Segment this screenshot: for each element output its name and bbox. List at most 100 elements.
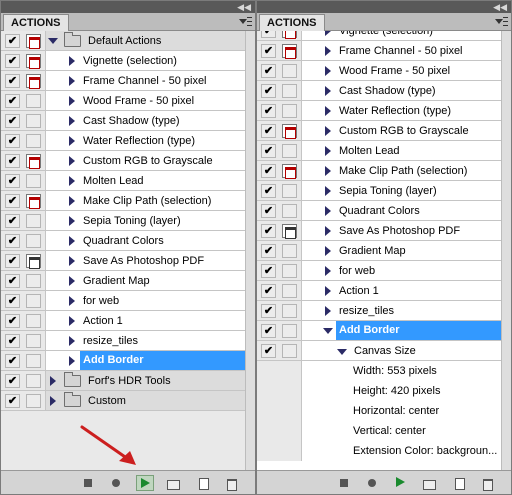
toggle-item-checkbox[interactable]: ✔ bbox=[261, 164, 276, 178]
collapsed-triangle-icon[interactable] bbox=[325, 66, 331, 76]
toggle-dialog-icon[interactable] bbox=[282, 164, 297, 179]
toggle-item-checkbox[interactable]: ✔ bbox=[5, 114, 20, 128]
collapsed-triangle-icon[interactable] bbox=[69, 76, 75, 86]
toggle-item-checkbox[interactable]: ✔ bbox=[5, 254, 20, 268]
toggle-dialog-icon[interactable] bbox=[26, 254, 41, 269]
toggle-item-checkbox[interactable]: ✔ bbox=[261, 124, 276, 138]
toggle-item-checkbox[interactable]: ✔ bbox=[261, 144, 276, 158]
action-set-row[interactable]: ✔ Default Actions bbox=[1, 31, 245, 51]
play-icon[interactable] bbox=[136, 475, 154, 491]
toggle-dialog-icon[interactable] bbox=[26, 334, 41, 348]
toggle-item-checkbox[interactable]: ✔ bbox=[5, 154, 20, 168]
collapse-icon[interactable]: ◀◀ bbox=[237, 2, 251, 12]
action-row[interactable]: ✔ Frame Channel - 50 pixel bbox=[1, 71, 245, 91]
toggle-dialog-icon[interactable] bbox=[26, 394, 41, 408]
new-set-icon[interactable] bbox=[422, 476, 436, 490]
collapsed-triangle-icon[interactable] bbox=[325, 306, 331, 316]
expanded-triangle-icon[interactable] bbox=[48, 38, 58, 44]
stop-icon[interactable] bbox=[337, 476, 351, 490]
toggle-item-checkbox[interactable]: ✔ bbox=[5, 194, 20, 208]
toggle-dialog-icon[interactable] bbox=[26, 134, 41, 148]
toggle-item-checkbox[interactable]: ✔ bbox=[5, 334, 20, 348]
collapsed-triangle-icon[interactable] bbox=[325, 86, 331, 96]
action-row[interactable]: ✔ for web bbox=[257, 261, 501, 281]
toggle-dialog-icon[interactable] bbox=[282, 31, 297, 39]
action-row[interactable]: ✔ Action 1 bbox=[1, 311, 245, 331]
scrollbar[interactable] bbox=[245, 31, 255, 472]
action-row[interactable]: ✔ Quadrant Colors bbox=[1, 231, 245, 251]
toggle-item-checkbox[interactable]: ✔ bbox=[261, 284, 276, 298]
collapsed-triangle-icon[interactable] bbox=[69, 216, 75, 226]
collapsed-triangle-icon[interactable] bbox=[69, 276, 75, 286]
expanded-triangle-icon[interactable] bbox=[323, 328, 333, 334]
action-set-row[interactable]: ✔ Forf's HDR Tools bbox=[1, 371, 245, 391]
toggle-dialog-icon[interactable] bbox=[282, 44, 297, 59]
expanded-triangle-icon[interactable] bbox=[337, 349, 347, 355]
new-action-icon[interactable] bbox=[196, 476, 210, 490]
toggle-item-checkbox[interactable]: ✔ bbox=[5, 354, 20, 368]
delete-icon[interactable] bbox=[224, 476, 238, 491]
collapsed-triangle-icon[interactable] bbox=[69, 156, 75, 166]
collapsed-triangle-icon[interactable] bbox=[325, 31, 331, 36]
collapsed-triangle-icon[interactable] bbox=[325, 106, 331, 116]
toggle-item-checkbox[interactable]: ✔ bbox=[261, 224, 276, 238]
collapsed-triangle-icon[interactable] bbox=[325, 266, 331, 276]
panel-menu-icon[interactable] bbox=[238, 16, 252, 27]
toggle-dialog-icon[interactable] bbox=[26, 234, 41, 248]
toggle-dialog-icon[interactable] bbox=[282, 264, 297, 278]
action-row[interactable]: ✔ Add Border bbox=[1, 351, 245, 371]
collapse-icon[interactable]: ◀◀ bbox=[493, 2, 507, 12]
collapsed-triangle-icon[interactable] bbox=[325, 166, 331, 176]
record-icon[interactable] bbox=[109, 476, 123, 490]
toggle-item-checkbox[interactable]: ✔ bbox=[5, 74, 20, 88]
action-row[interactable]: ✔ Wood Frame - 50 pixel bbox=[1, 91, 245, 111]
toggle-dialog-icon[interactable] bbox=[26, 374, 41, 388]
toggle-dialog-icon[interactable] bbox=[282, 244, 297, 258]
action-row[interactable]: ✔ Custom RGB to Grayscale bbox=[257, 121, 501, 141]
record-icon[interactable] bbox=[365, 476, 379, 490]
toggle-dialog-icon[interactable] bbox=[282, 184, 297, 198]
toggle-item-checkbox[interactable]: ✔ bbox=[261, 304, 276, 318]
toggle-item-checkbox[interactable]: ✔ bbox=[5, 174, 20, 188]
toggle-item-checkbox[interactable]: ✔ bbox=[5, 394, 20, 408]
stop-icon[interactable] bbox=[81, 476, 95, 490]
action-row[interactable]: ✔ for web bbox=[1, 291, 245, 311]
action-row[interactable]: ✔ Make Clip Path (selection) bbox=[1, 191, 245, 211]
collapsed-triangle-icon[interactable] bbox=[325, 226, 331, 236]
toggle-item-checkbox[interactable]: ✔ bbox=[261, 104, 276, 118]
toggle-dialog-icon[interactable] bbox=[282, 344, 297, 358]
collapsed-triangle-icon[interactable] bbox=[69, 256, 75, 266]
toggle-item-checkbox[interactable]: ✔ bbox=[261, 44, 276, 58]
toggle-item-checkbox[interactable]: ✔ bbox=[5, 274, 20, 288]
toggle-item-checkbox[interactable]: ✔ bbox=[5, 214, 20, 228]
toggle-dialog-icon[interactable] bbox=[26, 94, 41, 108]
tab-actions[interactable]: ACTIONS bbox=[3, 14, 69, 32]
toggle-item-checkbox[interactable]: ✔ bbox=[5, 294, 20, 308]
toggle-dialog-icon[interactable] bbox=[282, 284, 297, 298]
action-row[interactable]: ✔ Quadrant Colors bbox=[257, 201, 501, 221]
collapsed-triangle-icon[interactable] bbox=[69, 336, 75, 346]
toggle-item-checkbox[interactable]: ✔ bbox=[5, 374, 20, 388]
toggle-item-checkbox[interactable]: ✔ bbox=[261, 84, 276, 98]
action-row[interactable]: ✔ Molten Lead bbox=[1, 171, 245, 191]
action-row[interactable]: ✔ Cast Shadow (type) bbox=[1, 111, 245, 131]
toggle-dialog-icon[interactable] bbox=[282, 104, 297, 118]
action-row[interactable]: ✔ Gradient Map bbox=[1, 271, 245, 291]
toggle-dialog-icon[interactable] bbox=[26, 214, 41, 228]
toggle-dialog-icon[interactable] bbox=[282, 324, 297, 338]
toggle-dialog-icon[interactable] bbox=[26, 314, 41, 328]
toggle-dialog-icon[interactable] bbox=[26, 74, 41, 89]
collapsed-triangle-icon[interactable] bbox=[325, 146, 331, 156]
action-row[interactable]: ✔ Wood Frame - 50 pixel bbox=[257, 61, 501, 81]
toggle-item-checkbox[interactable]: ✔ bbox=[5, 134, 20, 148]
action-row[interactable]: ✔ Custom RGB to Grayscale bbox=[1, 151, 245, 171]
action-row[interactable]: ✔ resize_tiles bbox=[257, 301, 501, 321]
toggle-item-checkbox[interactable]: ✔ bbox=[261, 344, 276, 358]
play-icon[interactable] bbox=[392, 475, 410, 491]
action-row[interactable]: ✔ Sepia Toning (layer) bbox=[1, 211, 245, 231]
collapsed-triangle-icon[interactable] bbox=[69, 116, 75, 126]
collapsed-triangle-icon[interactable] bbox=[325, 186, 331, 196]
new-set-icon[interactable] bbox=[166, 476, 180, 490]
toggle-dialog-icon[interactable] bbox=[26, 354, 41, 368]
toggle-item-checkbox[interactable]: ✔ bbox=[5, 94, 20, 108]
